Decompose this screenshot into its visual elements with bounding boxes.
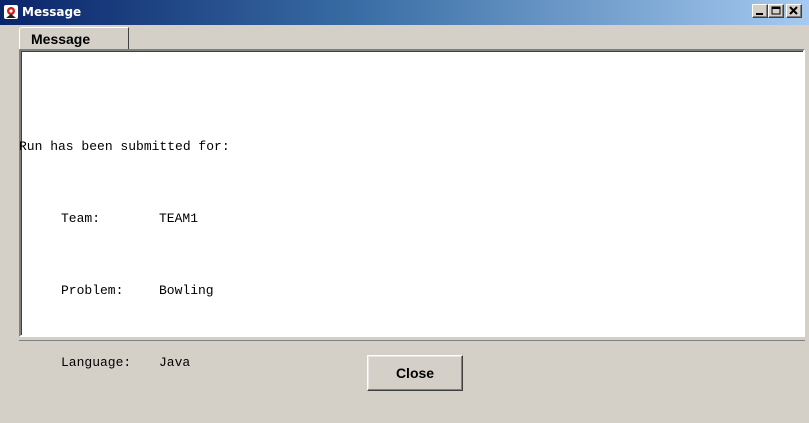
divider bbox=[19, 340, 805, 341]
window-title: Message bbox=[22, 5, 82, 19]
field-label: Team: bbox=[61, 211, 101, 226]
field-value: Bowling bbox=[159, 283, 214, 298]
message-body: Run has been submitted for: Team: TEAM1 P… bbox=[19, 87, 230, 423]
field-team: Team: TEAM1 bbox=[19, 207, 230, 231]
field-label: Language: bbox=[61, 355, 132, 370]
maximize-icon bbox=[771, 6, 781, 15]
tab-message[interactable]: Message bbox=[19, 27, 129, 49]
java-duke-icon bbox=[3, 4, 19, 20]
field-value: Java bbox=[159, 355, 191, 370]
field-label: Problem: bbox=[61, 283, 124, 298]
title-bar[interactable]: Message bbox=[0, 0, 809, 25]
field-problem: Problem: Bowling bbox=[19, 279, 230, 303]
close-button[interactable]: Close bbox=[367, 355, 463, 391]
message-dialog: Message Message Run has been submitted f… bbox=[0, 0, 809, 401]
minimize-icon bbox=[756, 13, 763, 15]
field-language: Language: Java bbox=[19, 351, 230, 375]
message-intro: Run has been submitted for: bbox=[19, 139, 230, 154]
minimize-button[interactable] bbox=[752, 4, 768, 18]
field-value: TEAM1 bbox=[159, 211, 199, 226]
close-window-button[interactable] bbox=[786, 4, 802, 18]
close-icon bbox=[789, 6, 798, 15]
maximize-button[interactable] bbox=[768, 4, 784, 18]
